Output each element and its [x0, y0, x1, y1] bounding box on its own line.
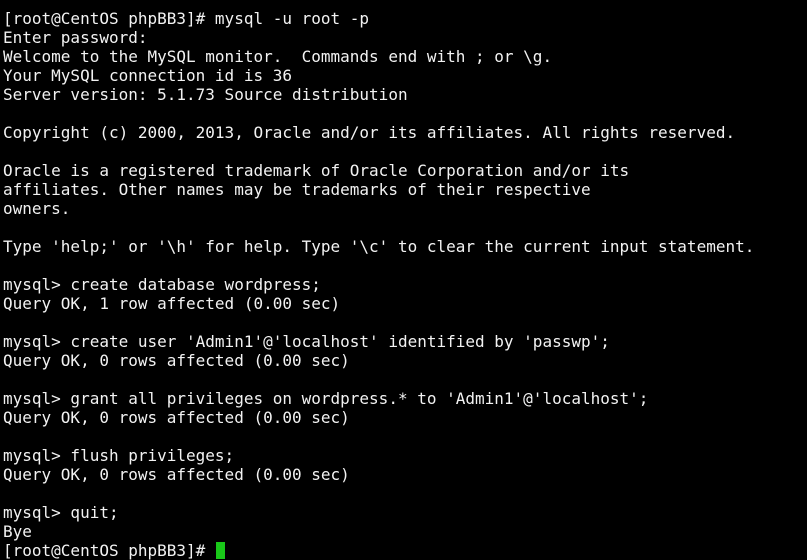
terminal-line: Server version: 5.1.73 Source distributi…	[3, 85, 408, 104]
terminal-line: Query OK, 0 rows affected (0.00 sec)	[3, 408, 350, 427]
terminal-window[interactable]: [root@CentOS phpBB3]# mysql -u root -p E…	[0, 0, 807, 560]
terminal-line: Query OK, 0 rows affected (0.00 sec)	[3, 351, 350, 370]
terminal-line: Welcome to the MySQL monitor. Commands e…	[3, 47, 553, 66]
shell-prompt: [root@CentOS phpBB3]#	[3, 541, 215, 560]
terminal-line: mysql> flush privileges;	[3, 446, 235, 465]
terminal-line: mysql> quit;	[3, 503, 119, 522]
terminal-line: Your MySQL connection id is 36	[3, 66, 292, 85]
text-cursor	[215, 542, 225, 559]
terminal-line: Query OK, 1 row affected (0.00 sec)	[3, 294, 341, 313]
terminal-line: Oracle is a registered trademark of Orac…	[3, 161, 630, 180]
shell-prompt-line[interactable]: [root@CentOS phpBB3]#	[3, 541, 807, 560]
terminal-line: Bye	[3, 522, 32, 541]
terminal-line: Query OK, 0 rows affected (0.00 sec)	[3, 465, 350, 484]
terminal-line: Copyright (c) 2000, 2013, Oracle and/or …	[3, 123, 736, 142]
terminal-line: [root@CentOS phpBB3]# mysql -u root -p	[3, 9, 370, 28]
terminal-line: affiliates. Other names may be trademark…	[3, 180, 591, 199]
terminal-line: Enter password:	[3, 28, 148, 47]
terminal-line: mysql> create user 'Admin1'@'localhost' …	[3, 332, 610, 351]
terminal-line: mysql> create database wordpress;	[3, 275, 321, 294]
terminal-line: Type 'help;' or '\h' for help. Type '\c'…	[3, 237, 755, 256]
terminal-line: mysql> grant all privileges on wordpress…	[3, 389, 649, 408]
terminal-line: owners.	[3, 199, 71, 218]
